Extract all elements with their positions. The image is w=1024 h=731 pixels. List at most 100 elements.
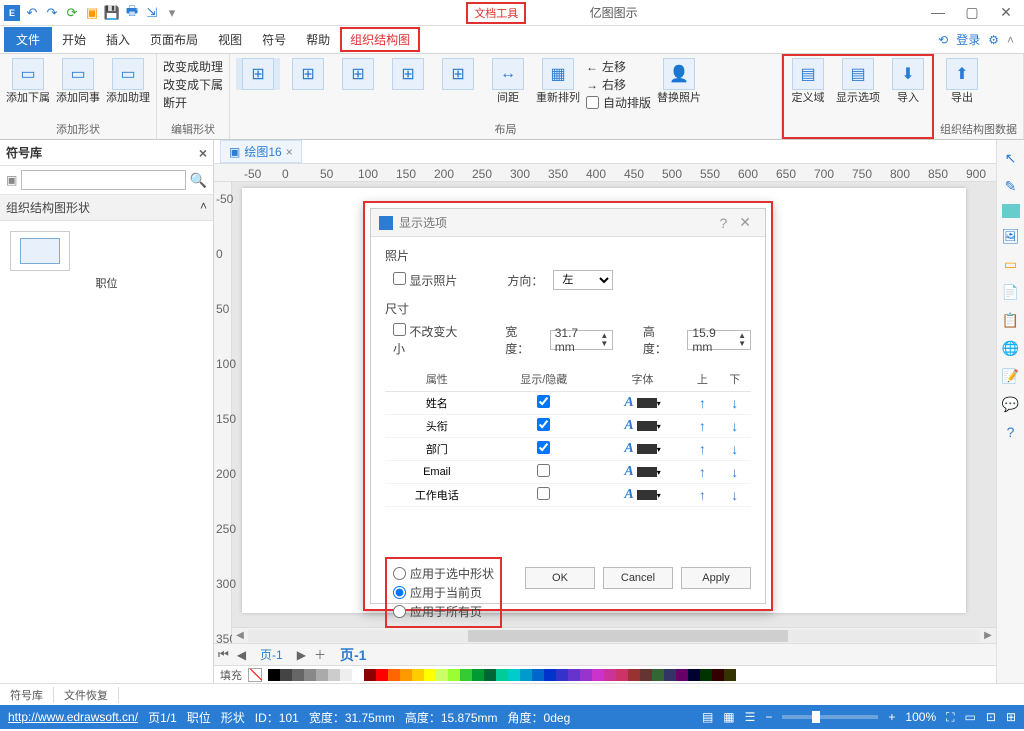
color-swatch[interactable] bbox=[364, 669, 376, 681]
export-button[interactable]: ⬆导出 bbox=[940, 58, 984, 105]
move-down-icon[interactable]: ↓ bbox=[731, 395, 738, 411]
font-icon[interactable]: A bbox=[624, 418, 633, 433]
image-tool-icon[interactable]: 🖼 bbox=[1001, 226, 1021, 246]
color-swatch[interactable] bbox=[688, 669, 700, 681]
color-swatch[interactable] bbox=[460, 669, 472, 681]
font-icon[interactable]: A bbox=[624, 464, 633, 479]
color-swatch[interactable] bbox=[508, 669, 520, 681]
layout-preset-4[interactable]: ⊞ bbox=[386, 58, 430, 90]
show-hide-checkbox[interactable] bbox=[537, 441, 550, 454]
data-tool-icon[interactable]: 📋 bbox=[1001, 310, 1021, 330]
color-swatch[interactable] bbox=[448, 669, 460, 681]
view-mode-3-icon[interactable]: ☰ bbox=[745, 710, 756, 724]
file-tab[interactable]: 文件 bbox=[4, 27, 52, 52]
show-hide-checkbox[interactable] bbox=[537, 464, 550, 477]
shape-thumbnail[interactable] bbox=[10, 231, 70, 271]
ok-button[interactable]: OK bbox=[525, 567, 595, 589]
apply-button[interactable]: Apply bbox=[681, 567, 751, 589]
export-icon[interactable]: ⇲ bbox=[144, 5, 160, 21]
next-page-icon[interactable]: ▶ bbox=[293, 648, 310, 662]
color-swatch[interactable] bbox=[604, 669, 616, 681]
show-photo-checkbox[interactable]: 显示照片 bbox=[393, 272, 457, 289]
color-swatch[interactable] bbox=[520, 669, 532, 681]
apply-all-pages-radio[interactable]: 应用于所有页 bbox=[393, 603, 494, 620]
tab-org-chart[interactable]: 组织结构图 bbox=[340, 27, 420, 52]
no-resize-checkbox[interactable]: 不改变大小 bbox=[393, 323, 466, 357]
color-swatch[interactable] bbox=[436, 669, 448, 681]
undo-icon[interactable]: ↶ bbox=[24, 5, 40, 21]
move-up-icon[interactable]: ↑ bbox=[699, 487, 706, 503]
symbol-library-tab[interactable]: 符号库 bbox=[0, 687, 54, 703]
move-down-icon[interactable]: ↓ bbox=[731, 464, 738, 480]
apply-current-page-radio[interactable]: 应用于当前页 bbox=[393, 584, 494, 601]
move-down-icon[interactable]: ↓ bbox=[731, 487, 738, 503]
doc-tools-tab[interactable]: 文档工具 bbox=[466, 2, 526, 24]
document-tab[interactable]: ▣ 绘图16 × bbox=[220, 140, 302, 163]
zoom-in-icon[interactable]: + bbox=[888, 710, 895, 724]
font-icon[interactable]: A bbox=[624, 441, 633, 456]
save-cloud-icon[interactable]: ▣ bbox=[84, 5, 100, 21]
add-page-icon[interactable]: ＋ bbox=[310, 646, 330, 663]
display-options-button[interactable]: ▤显示选项 bbox=[836, 58, 880, 105]
spacing-button[interactable]: ↔间距 bbox=[486, 58, 530, 105]
refresh-icon[interactable]: ⟳ bbox=[64, 5, 80, 21]
zoom-percent[interactable]: 100% bbox=[905, 710, 936, 724]
color-swatch[interactable] bbox=[352, 669, 364, 681]
add-subordinate-button[interactable]: ▭添加下属 bbox=[6, 58, 50, 105]
theme-tool-icon[interactable] bbox=[1002, 204, 1020, 218]
color-swatch[interactable] bbox=[496, 669, 508, 681]
move-up-icon[interactable]: ↑ bbox=[699, 441, 706, 457]
font-icon[interactable]: A bbox=[624, 487, 633, 502]
move-left-button[interactable]: ← 左移 bbox=[586, 58, 651, 75]
tab-insert[interactable]: 插入 bbox=[96, 31, 140, 48]
color-swatch[interactable] bbox=[316, 669, 328, 681]
tab-symbol[interactable]: 符号 bbox=[252, 31, 296, 48]
search-input[interactable] bbox=[21, 170, 185, 190]
search-icon[interactable]: 🔍 bbox=[190, 172, 207, 189]
width-input[interactable]: 31.7 mm▲▼ bbox=[550, 330, 614, 350]
layout-preset-2[interactable]: ⊞ bbox=[286, 58, 330, 90]
show-hide-checkbox[interactable] bbox=[537, 395, 550, 408]
no-fill-icon[interactable] bbox=[248, 668, 262, 682]
show-hide-checkbox[interactable] bbox=[537, 487, 550, 500]
view-mode-2-icon[interactable]: ▦ bbox=[723, 710, 734, 724]
page-tab-large[interactable]: 页-1 bbox=[330, 643, 376, 667]
collapse-ribbon-icon[interactable]: ˄ bbox=[1007, 33, 1014, 47]
file-recovery-tab[interactable]: 文件恢复 bbox=[54, 687, 119, 703]
color-swatch[interactable] bbox=[637, 421, 657, 431]
fit-width-icon[interactable]: ▭ bbox=[965, 710, 976, 724]
color-swatch[interactable] bbox=[424, 669, 436, 681]
cancel-button[interactable]: Cancel bbox=[603, 567, 673, 589]
pointer-tool-icon[interactable]: ↖ bbox=[1001, 148, 1021, 168]
apply-selected-radio[interactable]: 应用于选中形状 bbox=[393, 565, 494, 582]
status-url[interactable]: http://www.edrawsoft.cn/ bbox=[8, 710, 138, 724]
print-icon[interactable]: 🖶 bbox=[124, 5, 140, 21]
minimize-icon[interactable]: — bbox=[924, 4, 952, 21]
color-swatch[interactable] bbox=[304, 669, 316, 681]
move-up-icon[interactable]: ↑ bbox=[699, 464, 706, 480]
color-swatch[interactable] bbox=[712, 669, 724, 681]
add-colleague-button[interactable]: ▭添加同事 bbox=[56, 58, 100, 105]
qat-dropdown-icon[interactable]: ▾ bbox=[164, 5, 180, 21]
move-up-icon[interactable]: ↑ bbox=[699, 418, 706, 434]
pencil-tool-icon[interactable]: ✎ bbox=[1001, 176, 1021, 196]
color-swatch[interactable] bbox=[700, 669, 712, 681]
scroll-left-icon[interactable]: ◀ bbox=[232, 630, 248, 641]
color-swatch[interactable] bbox=[637, 444, 657, 454]
show-hide-checkbox[interactable] bbox=[537, 418, 550, 431]
first-page-icon[interactable]: ⏮ bbox=[214, 647, 233, 662]
comment-tool-icon[interactable]: 💬 bbox=[1001, 394, 1021, 414]
close-doc-icon[interactable]: × bbox=[286, 145, 293, 159]
color-swatch[interactable] bbox=[412, 669, 424, 681]
color-swatch[interactable] bbox=[340, 669, 352, 681]
move-up-icon[interactable]: ↑ bbox=[699, 395, 706, 411]
close-panel-icon[interactable]: × bbox=[199, 145, 207, 161]
grid-view-icon[interactable]: ⊞ bbox=[1006, 710, 1016, 724]
redo-icon[interactable]: ↷ bbox=[44, 5, 60, 21]
tab-start[interactable]: 开始 bbox=[52, 31, 96, 48]
color-swatch[interactable] bbox=[652, 669, 664, 681]
move-down-icon[interactable]: ↓ bbox=[731, 418, 738, 434]
color-swatch[interactable] bbox=[724, 669, 736, 681]
close-window-icon[interactable]: ✕ bbox=[992, 4, 1020, 21]
globe-tool-icon[interactable]: 🌐 bbox=[1001, 338, 1021, 358]
